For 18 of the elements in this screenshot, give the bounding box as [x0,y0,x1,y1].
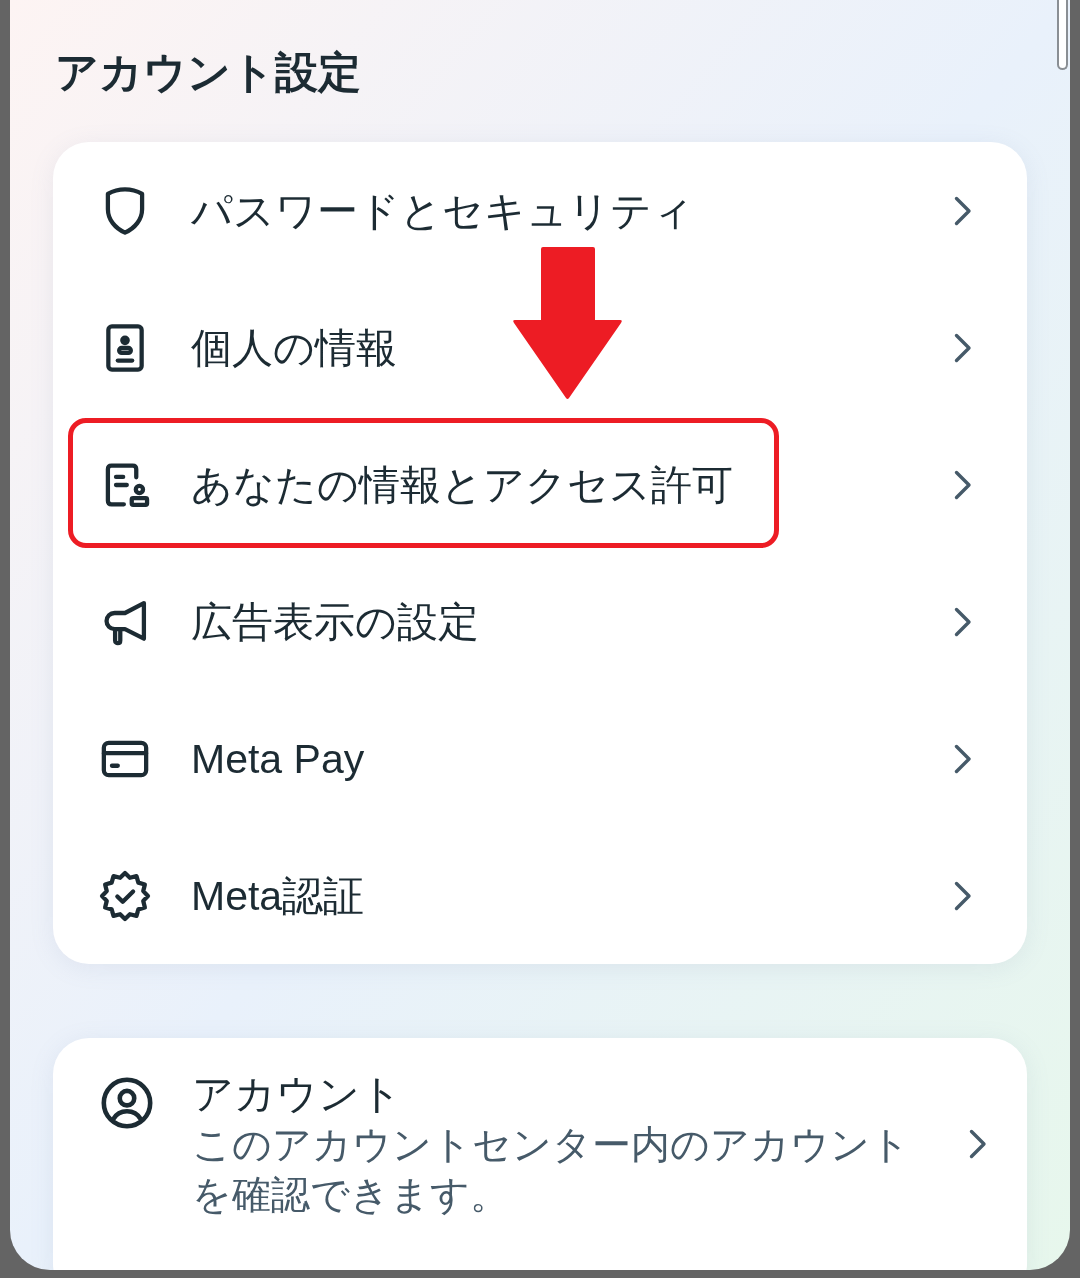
chevron-right-icon [969,1129,987,1159]
scrollbar-thumb[interactable] [1057,0,1068,70]
chevron-right-icon [954,332,972,363]
menu-item[interactable]: 広告表示の設定 [53,553,1027,690]
verified-badge-icon [98,868,152,923]
chevron-right-icon [954,195,972,226]
account-item[interactable]: アカウント このアカウントセンター内のアカウントを確認できます。 [53,1068,1027,1220]
page-title: アカウント設定 [55,47,362,98]
menu-item[interactable]: 個人の情報 [53,279,1027,416]
chevron-right-icon [954,469,972,500]
chevron-right-icon [954,606,972,637]
menu-item[interactable]: パスワードとセキュリティ [53,142,1027,279]
chevron-right-icon [954,743,972,774]
menu-item[interactable]: あなたの情報とアクセス許可 [53,416,1027,553]
menu-item[interactable]: Meta認証 [53,827,1027,964]
chevron-right-icon [954,880,972,911]
down-arrow-icon [512,247,623,400]
menu-item[interactable]: Meta Pay [53,690,1027,827]
